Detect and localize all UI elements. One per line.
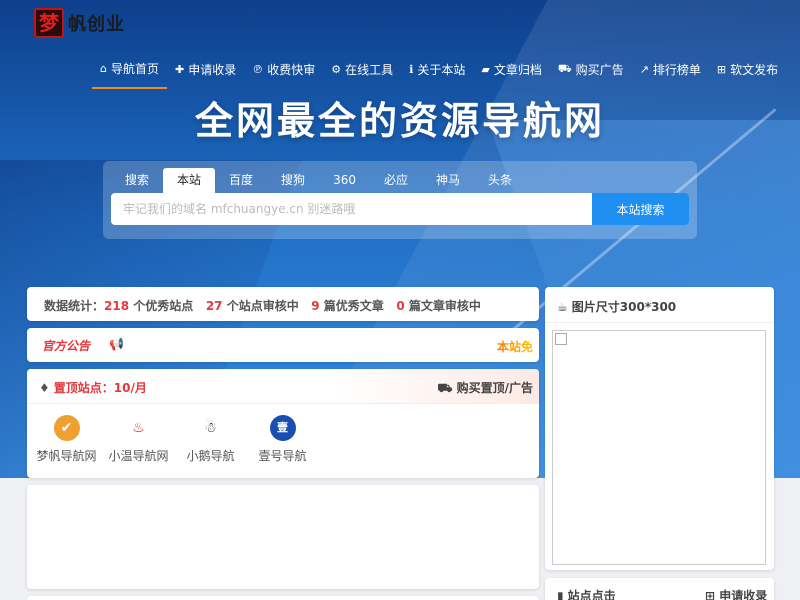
stats-pending-articles-count: 0 [396, 299, 405, 313]
empty-content-card [27, 485, 539, 589]
stats-articles-count: 9 [311, 299, 320, 313]
site-name: 壹号导航 [258, 449, 307, 463]
bar-chart-icon: ▮ [557, 589, 564, 600]
line-chart-icon: ↗ [639, 62, 649, 76]
site-name: 小温导航网 [108, 449, 169, 463]
site-favicon-icon: ✔ [53, 415, 80, 441]
next-section-card [27, 596, 539, 600]
logo-text: 帆创业 [68, 14, 125, 35]
site-clicks-card: ▮ 站点点击 ⊞ 申请收录 [545, 578, 774, 600]
ad-image-slot[interactable] [552, 330, 766, 565]
apply-label: 申请收录 [719, 589, 768, 600]
buy-pinned-button[interactable]: ⛟ 购买置顶/广告 [437, 379, 533, 397]
stats-pending-sites-label: 个站点审核中 [222, 299, 299, 313]
search-button[interactable]: 本站搜索 [592, 193, 689, 225]
pinned-header: ♦ 置顶站点：10/月 ⛟ 购买置顶/广告 [27, 369, 539, 404]
nav-item-publish[interactable]: ⊞ 软文发布 [709, 56, 786, 82]
site-item-xiaoe[interactable]: ☃ 小鹅导航 [175, 415, 246, 464]
paypal-icon: ℗ [252, 62, 264, 76]
search-tab-site[interactable]: 本站 [163, 168, 216, 193]
nav-label: 收费快审 [267, 62, 316, 77]
pinned-title-text: 置顶站点：10/月 [53, 381, 147, 395]
diamond-icon: ♦ [39, 381, 50, 395]
folder-open-icon: ▰ [481, 62, 490, 76]
cogs-icon: ⚙ [331, 62, 342, 76]
search-tabs: 搜索 本站 百度 搜狗 360 必应 神马 头条 [111, 168, 526, 193]
site-favicon-icon: 壹 [269, 415, 296, 441]
site-name: 梦帆导航网 [36, 449, 97, 463]
plus-square-icon: ⊞ [705, 589, 720, 600]
notice-label: 官方公告 [42, 339, 91, 353]
nav-item-submit[interactable]: ✚ 申请收录 [167, 56, 244, 82]
stats-pending-articles-label: 篇文章审核中 [404, 299, 481, 313]
stats-sites-label: 个优秀站点 [129, 299, 194, 313]
clicks-title: ▮ 站点点击 [557, 587, 616, 600]
search-tab-shenma[interactable]: 神马 [422, 168, 474, 193]
stats-articles-label: 篇优秀文章 [319, 299, 384, 313]
notice-card: 官方公告 📢 本站免 [27, 328, 539, 362]
shopping-cart-icon: ⛟ [437, 381, 457, 395]
nav-label: 导航首页 [110, 61, 159, 76]
plus-square-icon: ✚ [175, 62, 185, 76]
buy-pinned-label: 购买置顶/广告 [456, 381, 533, 395]
search-tab-search[interactable]: 搜索 [111, 168, 163, 193]
page-title: 全网最全的资源导航网 [194, 99, 605, 143]
ad-header: ☕ 图片尺寸300*300 [545, 287, 774, 323]
pinned-site-list: ✔ 梦帆导航网 ♨ 小温导航网 ☃ 小鹅导航 壹 壹号导航 [31, 415, 319, 464]
nav-label: 购买广告 [575, 62, 624, 77]
notice-marquee[interactable]: 本站免 [497, 338, 533, 355]
broken-image-icon [555, 333, 567, 345]
info-circle-icon: ℹ [409, 62, 414, 76]
pinned-title: ♦ 置顶站点：10/月 [39, 379, 147, 396]
site-item-mengfan[interactable]: ✔ 梦帆导航网 [31, 415, 102, 464]
nav-label: 软文发布 [730, 62, 779, 77]
search-tab-bing[interactable]: 必应 [370, 168, 422, 193]
nav-label: 排行榜单 [652, 62, 701, 77]
bullhorn-icon: 📢 [109, 337, 124, 351]
apply-listing-button[interactable]: ⊞ 申请收录 [705, 587, 767, 600]
search-tab-360[interactable]: 360 [319, 168, 370, 193]
clicks-title-text: 站点点击 [567, 589, 616, 600]
stats-line: 数据统计：218 个优秀站点 27 个站点审核中 9 篇优秀文章 0 篇文章审核… [44, 297, 481, 314]
nav-item-buy-ads[interactable]: ⛟ 购买广告 [550, 56, 632, 82]
nav-item-ranking[interactable]: ↗ 排行榜单 [632, 56, 709, 82]
search-panel: 搜索 本站 百度 搜狗 360 必应 神马 头条 本站搜索 [103, 161, 697, 239]
site-name: 小鹅导航 [186, 449, 235, 463]
site-favicon-icon: ☃ [197, 415, 224, 441]
nav-label: 在线工具 [345, 62, 394, 77]
logo-mark: 梦 [34, 8, 64, 38]
search-input[interactable] [111, 193, 592, 225]
th-icon: ⊞ [716, 62, 727, 76]
coffee-icon: ☕ [557, 300, 568, 314]
nav-label: 文章归档 [493, 62, 542, 77]
search-tab-sogou[interactable]: 搜狗 [267, 168, 319, 193]
nav-label: 申请收录 [188, 62, 237, 77]
stats-card: 数据统计：218 个优秀站点 27 个站点审核中 9 篇优秀文章 0 篇文章审核… [27, 287, 539, 321]
nav-item-paid-review[interactable]: ℗ 收费快审 [244, 56, 323, 82]
nav-item-tools[interactable]: ⚙ 在线工具 [323, 56, 401, 82]
site-logo[interactable]: 梦 帆创业 [34, 8, 126, 42]
nav-item-archive[interactable]: ▰ 文章归档 [473, 56, 549, 82]
site-item-xiaowen[interactable]: ♨ 小温导航网 [103, 415, 174, 464]
stats-pending-sites-count: 27 [205, 299, 223, 313]
search-tab-baidu[interactable]: 百度 [215, 168, 267, 193]
main-nav: ⌂ 导航首页 ✚ 申请收录 ℗ 收费快审 ⚙ 在线工具 ℹ 关于本站 ▰ 文章归档 ⛟ 购买广… [92, 56, 786, 90]
stats-sites-count: 218 [104, 299, 130, 313]
search-tab-toutiao[interactable]: 头条 [474, 168, 526, 193]
ad-title: ☕ 图片尺寸300*300 [557, 298, 676, 315]
nav-item-about[interactable]: ℹ 关于本站 [401, 56, 473, 82]
home-icon: ⌂ [100, 61, 107, 75]
stats-prefix: 数据统计： [44, 299, 105, 313]
nav-item-home[interactable]: ⌂ 导航首页 [92, 56, 167, 89]
ad-card: ☕ 图片尺寸300*300 [545, 287, 774, 570]
shopping-cart-icon: ⛟ [557, 61, 572, 75]
site-favicon-icon: ♨ [125, 415, 152, 441]
ad-title-text: 图片尺寸300*300 [571, 300, 677, 314]
nav-label: 关于本站 [417, 62, 466, 77]
pinned-sites-card: ♦ 置顶站点：10/月 ⛟ 购买置顶/广告 ✔ 梦帆导航网 ♨ 小温导航网 ☃ 小… [27, 369, 539, 478]
site-item-yihao[interactable]: 壹 壹号导航 [247, 415, 318, 464]
